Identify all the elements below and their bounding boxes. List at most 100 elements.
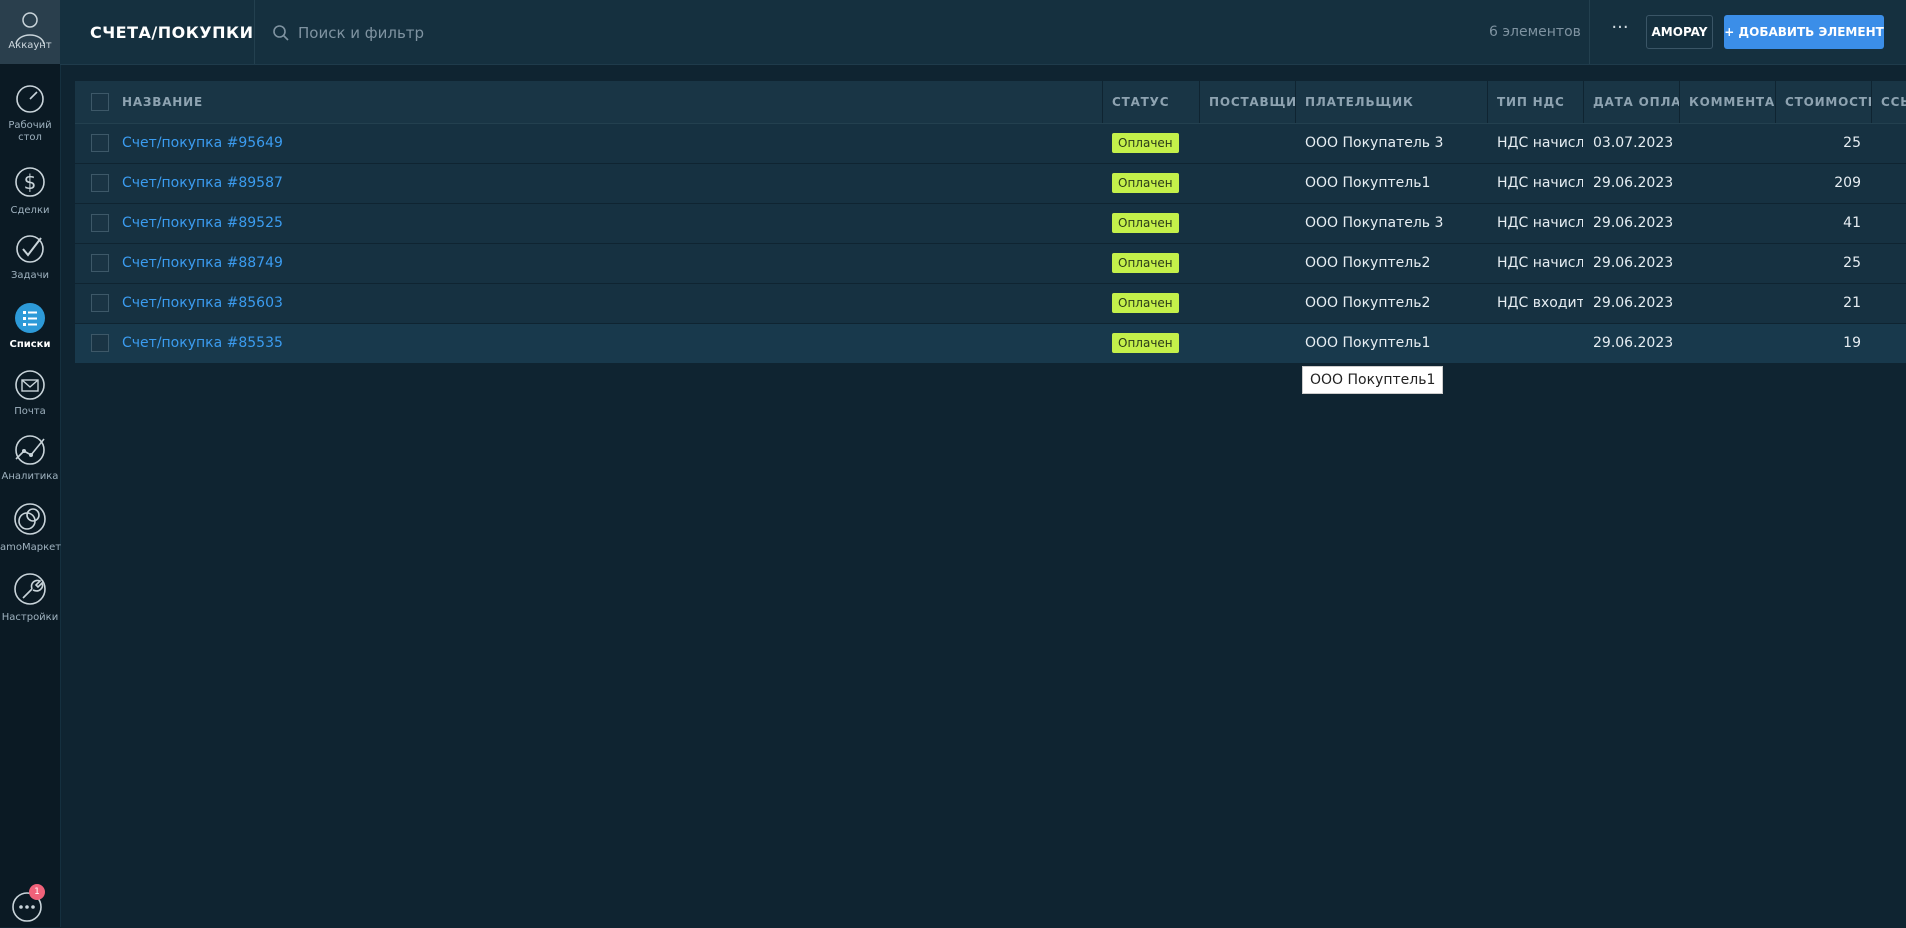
comment-cell[interactable]	[1679, 164, 1775, 203]
table-row[interactable]: Счет/покупка #89525 Оплачен ООО Покупатель…	[75, 204, 1906, 244]
account-label: Аккаунт	[8, 40, 52, 51]
payment-date-cell[interactable]: 29.06.2023	[1583, 204, 1679, 243]
column-header-cost[interactable]: СТОИМОСТЬ	[1775, 81, 1871, 123]
link-cell[interactable]	[1871, 164, 1906, 203]
status-badge: Оплачен	[1112, 173, 1179, 193]
comment-cell[interactable]	[1679, 324, 1775, 363]
vat-type-cell[interactable]	[1487, 324, 1583, 363]
supplier-cell[interactable]	[1199, 124, 1295, 163]
sidebar-item-analytics[interactable]: Аналитика	[0, 433, 60, 483]
payment-date-cell[interactable]: 29.06.2023	[1583, 284, 1679, 323]
column-header-name[interactable]: НАЗВАНИЕ	[112, 81, 1102, 123]
cost-cell[interactable]: 25	[1775, 124, 1871, 163]
element-count: 6 элементов	[1489, 24, 1581, 40]
cost-cell[interactable]: 19	[1775, 324, 1871, 363]
link-cell[interactable]	[1871, 284, 1906, 323]
vat-type-cell[interactable]: НДС входит	[1487, 284, 1583, 323]
cost-cell[interactable]: 21	[1775, 284, 1871, 323]
sidebar-item-mail[interactable]: Почта	[0, 368, 60, 418]
item-name-link[interactable]: Счет/покупка #85603	[112, 284, 1102, 323]
sidebar-item-lists[interactable]: Списки	[0, 301, 60, 351]
vat-type-cell[interactable]: НДС начислен	[1487, 164, 1583, 203]
vat-type-cell[interactable]: НДС начислен	[1487, 124, 1583, 163]
row-checkbox[interactable]	[91, 294, 109, 312]
status-cell[interactable]: Оплачен	[1102, 204, 1199, 243]
comment-cell[interactable]	[1679, 124, 1775, 163]
payer-cell[interactable]: ООО Покуптель1	[1295, 164, 1487, 203]
link-cell[interactable]	[1871, 124, 1906, 163]
supplier-cell[interactable]	[1199, 244, 1295, 283]
supplier-cell[interactable]	[1199, 204, 1295, 243]
sidebar-item-label: Сделки	[10, 205, 50, 216]
comment-cell[interactable]	[1679, 204, 1775, 243]
column-header-vat-type[interactable]: ТИП НДС	[1487, 81, 1583, 123]
column-header-link[interactable]: ССЫЛКА НА	[1871, 81, 1906, 123]
item-name-link[interactable]: Счет/покупка #89525	[112, 204, 1102, 243]
column-header-status[interactable]: СТАТУС	[1102, 81, 1199, 123]
row-checkbox[interactable]	[91, 334, 109, 352]
cost-cell[interactable]: 25	[1775, 244, 1871, 283]
dollar-icon: $	[15, 167, 45, 197]
row-checkbox[interactable]	[91, 214, 109, 232]
item-name-link[interactable]: Счет/покупка #95649	[112, 124, 1102, 163]
select-all-checkbox[interactable]	[91, 93, 109, 111]
table-row[interactable]: Счет/покупка #85535 Оплачен ООО Покуптель1…	[75, 324, 1906, 364]
sidebar-item-settings[interactable]: Настройки	[0, 570, 60, 624]
link-cell[interactable]	[1871, 324, 1906, 363]
sidebar-item-deals[interactable]: $ Сделки	[0, 163, 60, 217]
payment-date-cell[interactable]: 29.06.2023	[1583, 164, 1679, 203]
vat-type-cell[interactable]: НДС начислен	[1487, 204, 1583, 243]
table-header: НАЗВАНИЕ СТАТУС ПОСТАВЩИК ПЛАТЕЛЬЩИК ТИП…	[75, 81, 1906, 124]
column-header-payment-date[interactable]: ДАТА ОПЛАТЫ	[1583, 81, 1679, 123]
cost-cell[interactable]: 41	[1775, 204, 1871, 243]
payer-cell[interactable]: ООО Покупатель 3	[1295, 204, 1487, 243]
column-header-supplier[interactable]: ПОСТАВЩИК	[1199, 81, 1295, 123]
payment-date-cell[interactable]: 03.07.2023	[1583, 124, 1679, 163]
account-button[interactable]: Аккаунт	[0, 0, 60, 64]
comment-cell[interactable]	[1679, 244, 1775, 283]
add-element-button[interactable]: + ДОБАВИТЬ ЭЛЕМЕНТ	[1724, 15, 1884, 49]
table-row[interactable]: Счет/покупка #88749 Оплачен ООО Покуптель2…	[75, 244, 1906, 284]
status-cell[interactable]: Оплачен	[1102, 164, 1199, 203]
cost-cell[interactable]: 209	[1775, 164, 1871, 203]
comment-cell[interactable]	[1679, 284, 1775, 323]
row-checkbox[interactable]	[91, 134, 109, 152]
status-cell[interactable]: Оплачен	[1102, 324, 1199, 363]
row-checkbox[interactable]	[91, 254, 109, 272]
left-sidebar: Аккаунт Рабочий стол $ Сделки Задачи Спи…	[0, 0, 61, 927]
supplier-cell[interactable]	[1199, 324, 1295, 363]
table-row[interactable]: Счет/покупка #95649 Оплачен ООО Покупатель…	[75, 124, 1906, 164]
payer-cell[interactable]: ООО Покуптель2	[1295, 244, 1487, 283]
table-row[interactable]: Счет/покупка #85603 Оплачен ООО Покуптель2…	[75, 284, 1906, 324]
item-name-link[interactable]: Счет/покупка #88749	[112, 244, 1102, 283]
amopay-button[interactable]: AMOPAY	[1646, 15, 1713, 49]
payer-cell[interactable]: ООО Покуптель1	[1295, 324, 1487, 363]
search-input[interactable]	[296, 20, 1000, 46]
status-cell[interactable]: Оплачен	[1102, 244, 1199, 283]
item-name-link[interactable]: Счет/покупка #89587	[112, 164, 1102, 203]
status-badge: Оплачен	[1112, 213, 1179, 233]
notification-badge: 1	[29, 884, 45, 900]
vat-type-cell[interactable]: НДС начислен	[1487, 244, 1583, 283]
sidebar-item-tasks[interactable]: Задачи	[0, 232, 60, 282]
link-cell[interactable]	[1871, 244, 1906, 283]
mail-icon	[15, 370, 45, 400]
market-icon	[14, 503, 46, 535]
supplier-cell[interactable]	[1199, 284, 1295, 323]
payment-date-cell[interactable]: 29.06.2023	[1583, 324, 1679, 363]
sidebar-item-dashboard[interactable]: Рабочий стол	[0, 82, 60, 144]
item-name-link[interactable]: Счет/покупка #85535	[112, 324, 1102, 363]
supplier-cell[interactable]	[1199, 164, 1295, 203]
table-row[interactable]: Счет/покупка #89587 Оплачен ООО Покуптель1…	[75, 164, 1906, 204]
status-cell[interactable]: Оплачен	[1102, 284, 1199, 323]
payer-cell[interactable]: ООО Покупатель 3	[1295, 124, 1487, 163]
payment-date-cell[interactable]: 29.06.2023	[1583, 244, 1679, 283]
link-cell[interactable]	[1871, 204, 1906, 243]
status-cell[interactable]: Оплачен	[1102, 124, 1199, 163]
more-options-button[interactable]: ···	[1605, 18, 1635, 46]
sidebar-item-market[interactable]: amoМаркет	[0, 500, 61, 554]
row-checkbox[interactable]	[91, 174, 109, 192]
column-header-payer[interactable]: ПЛАТЕЛЬЩИК	[1295, 81, 1487, 123]
column-header-comment[interactable]: КОММЕНТАРИЙ	[1679, 81, 1775, 123]
payer-cell[interactable]: ООО Покуптель2	[1295, 284, 1487, 323]
